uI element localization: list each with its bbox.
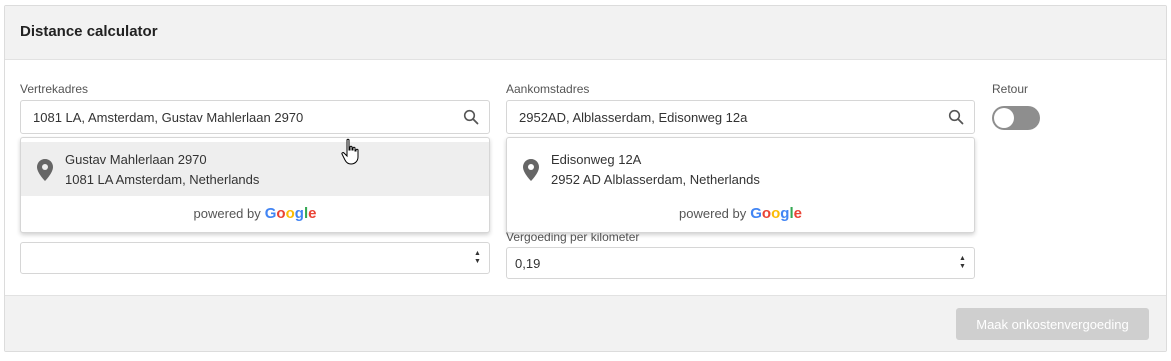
powered-by-google: powered by Google xyxy=(21,202,489,224)
hand-cursor-icon xyxy=(341,138,359,165)
powered-by-google: powered by Google xyxy=(507,202,974,224)
number-spinner-icon[interactable]: ▲ ▼ xyxy=(473,249,482,267)
search-icon[interactable] xyxy=(463,109,479,125)
map-pin-icon xyxy=(37,159,53,181)
search-icon[interactable] xyxy=(948,109,964,125)
departure-label: Vertrekadres xyxy=(20,82,89,96)
google-logo: Google xyxy=(264,204,317,222)
card-header: Distance calculator xyxy=(5,6,1166,60)
departure-suggestions: Gustav Mahlerlaan 2970 1081 LA Amsterdam… xyxy=(20,137,490,233)
suggestion-street: Gustav Mahlerlaan 2970 xyxy=(65,152,207,167)
create-expense-button[interactable]: Maak onkostenvergoeding xyxy=(956,308,1149,340)
arrival-input-value: 2952AD, Alblasserdam, Edisonweg 12a xyxy=(519,109,748,125)
suggestion-city: 1081 LA Amsterdam, Netherlands xyxy=(65,172,260,187)
number-spinner-icon[interactable]: ▲ ▼ xyxy=(958,254,967,272)
suggestion-item[interactable]: Gustav Mahlerlaan 2970 1081 LA Amsterdam… xyxy=(21,142,489,196)
powered-by-text: powered by xyxy=(679,205,747,221)
arrival-suggestions: Edisonweg 12A 2952 AD Alblasserdam, Neth… xyxy=(506,137,975,233)
departure-input[interactable]: 1081 LA, Amsterdam, Gustav Mahlerlaan 29… xyxy=(20,100,490,134)
retour-label: Retour xyxy=(992,82,1029,96)
powered-by-text: powered by xyxy=(193,205,261,221)
suggestion-item[interactable]: Edisonweg 12A 2952 AD Alblasserdam, Neth… xyxy=(507,142,974,196)
map-pin-icon xyxy=(523,159,539,181)
toggle-knob xyxy=(994,108,1014,128)
arrival-label: Aankomstadres xyxy=(506,82,590,96)
rate-number-input[interactable]: 0,19 ▲ ▼ xyxy=(506,247,975,279)
card-footer: Maak onkostenvergoeding xyxy=(5,295,1166,351)
distance-calculator-card: Distance calculator Vertrekadres 1081 LA… xyxy=(4,5,1167,352)
retour-toggle[interactable] xyxy=(992,106,1040,130)
suggestion-city: 2952 AD Alblasserdam, Netherlands xyxy=(551,172,760,187)
card-title: Distance calculator xyxy=(20,23,158,40)
arrival-input[interactable]: 2952AD, Alblasserdam, Edisonweg 12a xyxy=(506,100,975,134)
suggestion-street: Edisonweg 12A xyxy=(551,152,642,167)
departure-input-value: 1081 LA, Amsterdam, Gustav Mahlerlaan 29… xyxy=(33,109,304,125)
rate-value: 0,19 xyxy=(515,255,541,271)
google-logo: Google xyxy=(750,204,802,222)
distance-number-input[interactable]: ▲ ▼ xyxy=(20,242,490,274)
